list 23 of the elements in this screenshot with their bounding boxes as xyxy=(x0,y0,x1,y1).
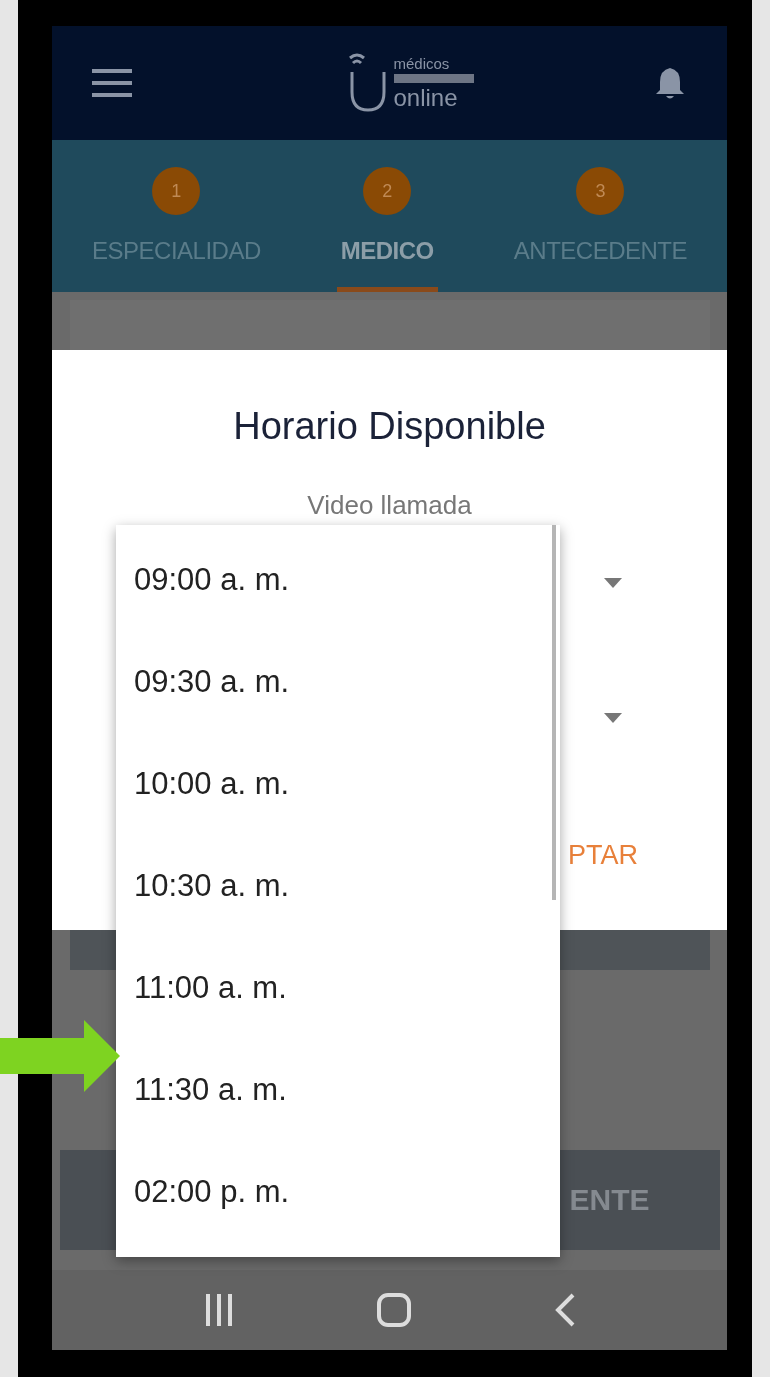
time-option[interactable]: 10:30 a. m. xyxy=(116,835,560,937)
scrollbar[interactable] xyxy=(552,525,556,900)
logo-text: online xyxy=(393,86,458,110)
step-number: 3 xyxy=(576,167,625,215)
menu-icon[interactable] xyxy=(92,69,132,97)
dropdown-arrow-icon[interactable] xyxy=(604,578,622,588)
time-option[interactable]: 10:00 a. m. xyxy=(116,733,560,835)
pointer-arrow-icon xyxy=(0,1020,120,1092)
step-number: 2 xyxy=(363,167,412,215)
time-option[interactable]: 09:30 a. m. xyxy=(116,631,560,733)
dropdown-arrow-icon[interactable] xyxy=(604,713,622,723)
time-option[interactable]: 11:00 a. m. xyxy=(116,937,560,1039)
time-option[interactable]: 11:30 a. m. xyxy=(116,1039,560,1141)
step-number: 1 xyxy=(152,167,201,215)
home-icon[interactable] xyxy=(376,1293,411,1327)
time-option[interactable]: 02:00 p. m. xyxy=(116,1141,560,1243)
dialog-subtitle: Video llamada xyxy=(307,490,472,521)
recent-apps-icon[interactable] xyxy=(203,1294,234,1326)
time-option[interactable]: 09:00 a. m. xyxy=(116,529,560,631)
dialog-title: Horario Disponible xyxy=(233,405,546,448)
back-icon[interactable] xyxy=(553,1293,576,1327)
bell-icon[interactable] xyxy=(655,66,685,100)
logo-text: médicos xyxy=(393,56,450,71)
